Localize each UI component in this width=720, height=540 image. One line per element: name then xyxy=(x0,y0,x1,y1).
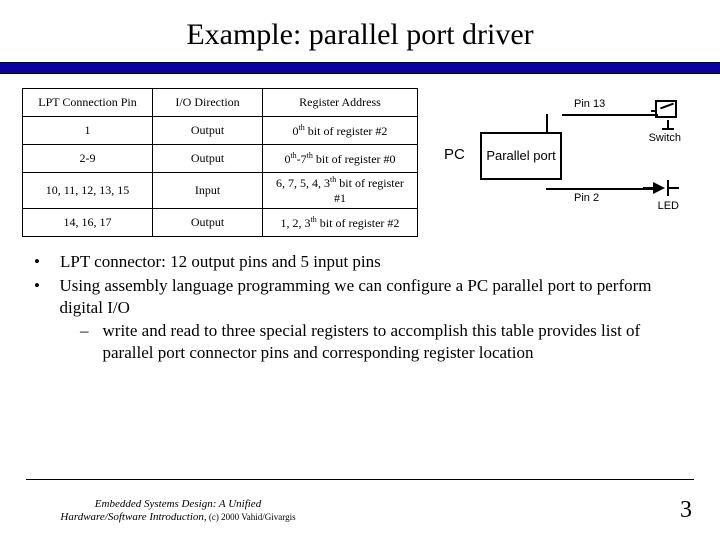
th-dir: I/O Direction xyxy=(153,89,263,117)
bullet-list: • LPT connector: 12 output pins and 5 in… xyxy=(0,237,720,364)
footer-rule xyxy=(26,479,694,480)
pin13-label: Pin 13 xyxy=(574,98,605,110)
cell-addr: 0th-7th bit of register #0 xyxy=(263,145,418,173)
led-label: LED xyxy=(658,200,679,212)
ground-icon xyxy=(667,120,669,128)
bullet-text: Using assembly language programming we c… xyxy=(60,275,686,319)
parallel-port-box: Parallel port xyxy=(480,132,562,180)
cell-dir: Output xyxy=(153,209,263,237)
credit-line1: Embedded Systems Design: A Unified xyxy=(95,498,261,510)
pin2-label: Pin 2 xyxy=(574,192,599,204)
wire-stub-up xyxy=(546,114,548,132)
cell-pin: 14, 16, 17 xyxy=(23,209,153,237)
table-row: 2-9 Output 0th-7th bit of register #0 xyxy=(23,145,418,173)
slide: Example: parallel port driver LPT Connec… xyxy=(0,0,720,540)
th-addr: Register Address xyxy=(263,89,418,117)
led-icon xyxy=(653,182,665,194)
credit-copyright: (c) 2000 Vahid/Givargis xyxy=(207,512,296,522)
switch-icon xyxy=(655,100,677,118)
cell-pin: 1 xyxy=(23,117,153,145)
cell-dir: Output xyxy=(153,145,263,173)
table-row: 10, 11, 12, 13, 15 Input 6, 7, 5, 4, 3th… xyxy=(23,173,418,209)
bullet-marker: • xyxy=(34,275,42,319)
footer: Embedded Systems Design: A Unified Hardw… xyxy=(0,497,720,524)
table-header-row: LPT Connection Pin I/O Direction Registe… xyxy=(23,89,418,117)
cell-pin: 2-9 xyxy=(23,145,153,173)
sub-bullet-text: write and read to three special register… xyxy=(103,320,687,364)
table-row: 14, 16, 17 Output 1, 2, 3th bit of regis… xyxy=(23,209,418,237)
credit-line2: Hardware/Software Introduction, xyxy=(60,511,206,523)
switch-label: Switch xyxy=(649,132,681,144)
pc-label: PC xyxy=(444,146,465,163)
led-lead-left xyxy=(643,187,653,189)
sub-bullet-item: – write and read to three special regist… xyxy=(80,320,686,364)
cell-dir: Output xyxy=(153,117,263,145)
table-row: 1 Output 0th bit of register #2 xyxy=(23,117,418,145)
bullet-text: LPT connector: 12 output pins and 5 inpu… xyxy=(60,251,381,273)
cell-pin: 10, 11, 12, 13, 15 xyxy=(23,173,153,209)
register-table: LPT Connection Pin I/O Direction Registe… xyxy=(22,88,418,237)
th-pin: LPT Connection Pin xyxy=(23,89,153,117)
cell-addr: 6, 7, 5, 4, 3th bit of register #1 xyxy=(263,173,418,209)
cell-dir: Input xyxy=(153,173,263,209)
cell-addr: 0th bit of register #2 xyxy=(263,117,418,145)
wire-pin13 xyxy=(562,114,658,116)
footer-credit: Embedded Systems Design: A Unified Hardw… xyxy=(28,498,328,524)
bullet-marker: • xyxy=(34,251,42,273)
title-underline xyxy=(0,62,720,74)
content-row: LPT Connection Pin I/O Direction Registe… xyxy=(0,88,720,237)
slide-title: Example: parallel port driver xyxy=(0,0,720,58)
sub-bullet-marker: – xyxy=(80,320,89,364)
cell-addr: 1, 2, 3th bit of register #2 xyxy=(263,209,418,237)
page-number: 3 xyxy=(680,497,692,524)
schematic-diagram: PC Parallel port Pin 13 Pin 2 Switch LED xyxy=(428,88,683,218)
bullet-item: • Using assembly language programming we… xyxy=(34,275,686,319)
led-lead-right xyxy=(669,187,679,189)
wire-stub-down xyxy=(546,188,562,190)
bullet-item: • LPT connector: 12 output pins and 5 in… xyxy=(34,251,686,273)
